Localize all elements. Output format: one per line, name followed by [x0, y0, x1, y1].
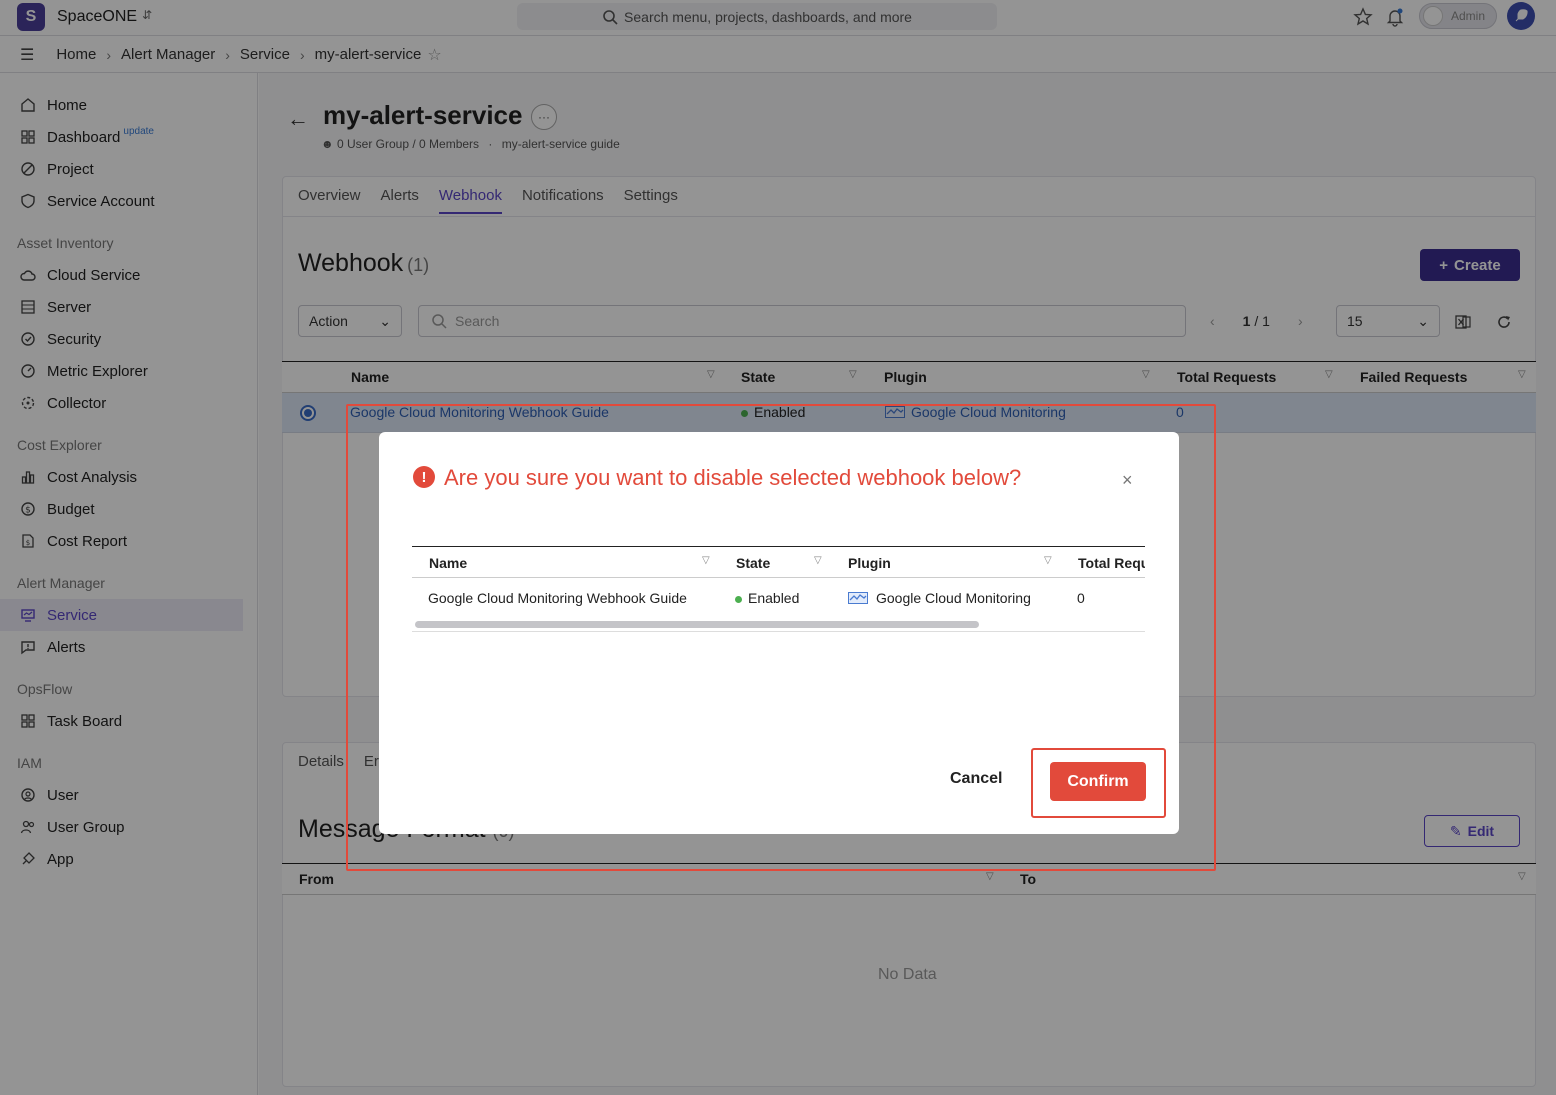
modal-title: Are you sure you want to disable selecte… — [444, 465, 1022, 490]
alert-circle-icon: ! — [413, 466, 435, 488]
close-icon[interactable]: × — [1122, 470, 1133, 491]
modal-table-header: Name ▽ State ▽ Plugin ▽ Total Requ — [412, 546, 1145, 578]
modal-row-name: Google Cloud Monitoring Webhook Guide — [428, 590, 687, 606]
sort-icon[interactable]: ▽ — [702, 555, 710, 566]
horizontal-scrollbar[interactable] — [412, 618, 1145, 632]
status-dot — [735, 595, 742, 603]
modal-column-plugin[interactable]: Plugin — [848, 555, 891, 571]
confirm-button[interactable]: Confirm — [1050, 762, 1146, 801]
monitoring-plugin-icon — [848, 592, 868, 605]
modal-row-total-requests: 0 — [1077, 590, 1085, 606]
modal-column-total-requests[interactable]: Total Requ — [1078, 555, 1145, 571]
modal-column-state[interactable]: State — [736, 555, 770, 571]
modal-row-state: Enabled — [735, 590, 799, 606]
modal-column-name[interactable]: Name — [429, 555, 467, 571]
modal-row-state-text: Enabled — [748, 590, 800, 606]
modal-row-plugin-text: Google Cloud Monitoring — [876, 590, 1031, 606]
modal-webhook-table: Name ▽ State ▽ Plugin ▽ Total Requ Googl… — [412, 546, 1145, 632]
sort-icon[interactable]: ▽ — [1044, 555, 1052, 566]
cancel-button[interactable]: Cancel — [950, 770, 1002, 788]
modal-row-plugin: Google Cloud Monitoring — [848, 590, 1031, 606]
scrollbar-thumb[interactable] — [415, 621, 979, 628]
sort-icon[interactable]: ▽ — [814, 555, 822, 566]
